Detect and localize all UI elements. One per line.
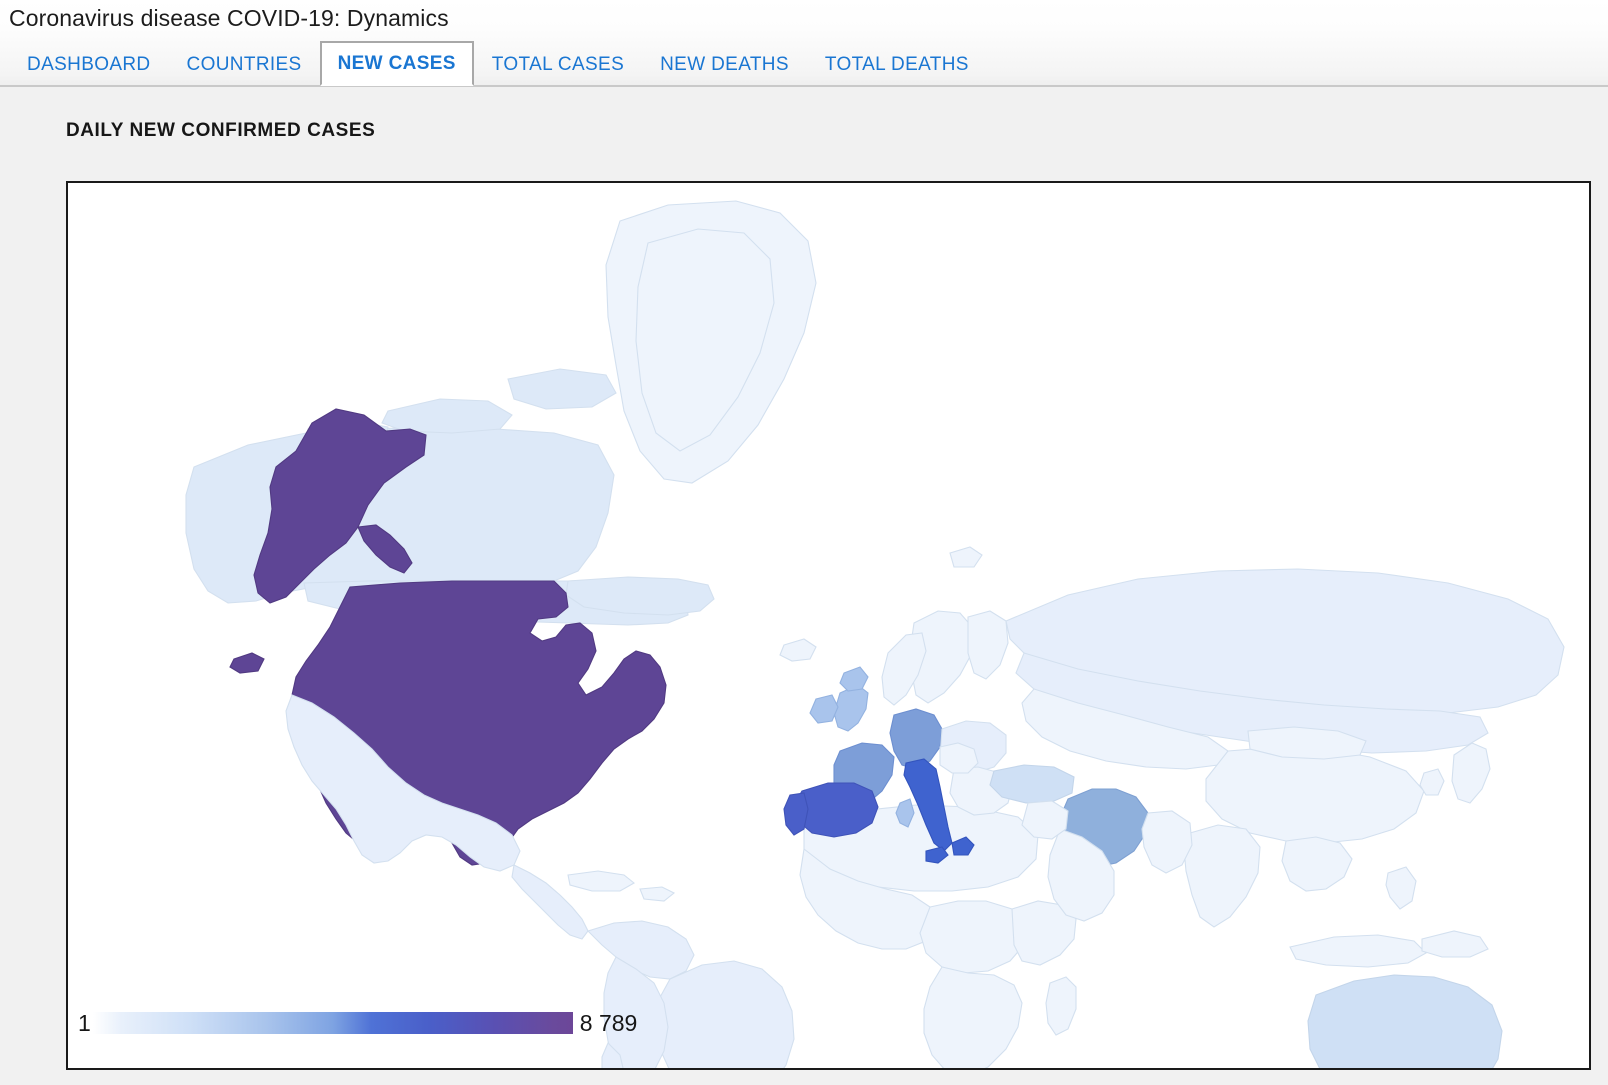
- tab-new-cases[interactable]: NEW CASES: [319, 41, 474, 86]
- legend-max-label: 8 789: [579, 1009, 638, 1036]
- tab-new-deaths[interactable]: NEW DEATHS: [642, 41, 807, 86]
- tab-label: TOTAL DEATHS: [824, 53, 969, 75]
- tab-label: COUNTRIES: [186, 53, 302, 75]
- tab-bar: DASHBOARD COUNTRIES NEW CASES TOTAL CASES NE…: [9, 40, 987, 86]
- map-container[interactable]: .ln { fill:#eef4fc; stroke:#d3e0ef; stro…: [66, 181, 1591, 1070]
- tab-dashboard[interactable]: DASHBOARD: [9, 41, 169, 86]
- tab-countries[interactable]: COUNTRIES: [169, 41, 320, 86]
- map-color-legend: 1 8 789: [78, 1010, 637, 1036]
- tab-total-deaths[interactable]: TOTAL DEATHS: [807, 41, 987, 86]
- tab-label: DASHBOARD: [27, 53, 151, 75]
- tab-label: NEW DEATHS: [660, 53, 789, 75]
- app-header: Coronavirus disease COVID-19: Dynamics D…: [0, 0, 1608, 87]
- tab-total-cases[interactable]: TOTAL CASES: [474, 41, 642, 86]
- tab-label: NEW CASES: [337, 52, 456, 74]
- region-turkey: [989, 764, 1075, 804]
- map-svg: .ln { fill:#eef4fc; stroke:#d3e0ef; stro…: [68, 183, 1589, 1068]
- world-choropleth-map[interactable]: .ln { fill:#eef4fc; stroke:#d3e0ef; stro…: [68, 183, 1589, 1068]
- page-title: Coronavirus disease COVID-19: Dynamics: [9, 5, 449, 31]
- tab-label: TOTAL CASES: [491, 53, 625, 75]
- legend-gradient-bar: [92, 1012, 573, 1034]
- legend-min-label: 1: [78, 1009, 91, 1036]
- panel-title: DAILY NEW CONFIRMED CASES: [66, 120, 376, 141]
